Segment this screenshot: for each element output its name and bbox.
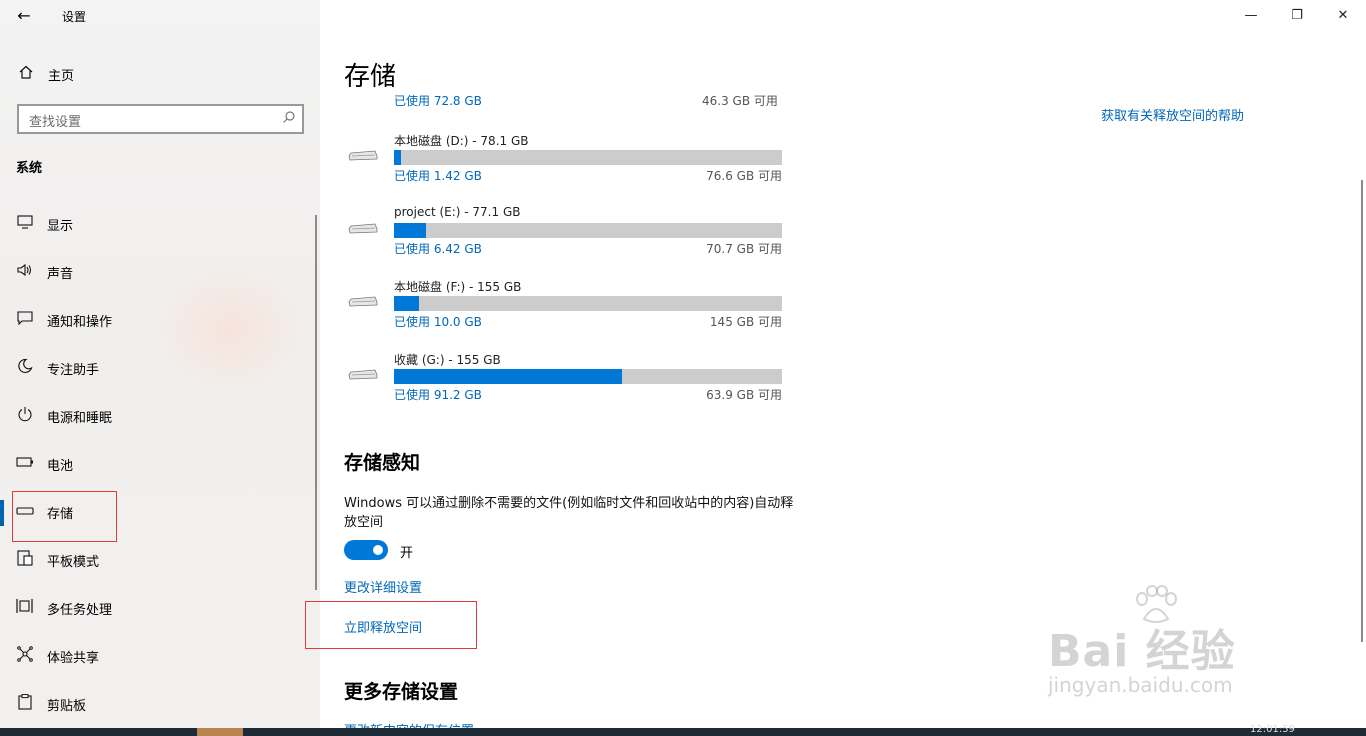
drive-entry[interactable]: 本地磁盘 (D:) - 78.1 GB 已使用 1.42 GB 76.6 GB …: [344, 132, 784, 202]
storage-sense-toggle[interactable]: [344, 540, 388, 560]
close-icon: ✕: [1337, 8, 1349, 23]
usage-bar-fill: [394, 296, 419, 311]
drive-free-text: 76.6 GB 可用: [706, 169, 782, 183]
usage-bar: [394, 296, 782, 311]
sidebar-item-multitasking[interactable]: 多任务处理: [0, 588, 320, 628]
sidebar-item-label: 多任务处理: [47, 602, 113, 618]
drive-free-text: 145 GB 可用: [709, 315, 782, 329]
storage-sense-description: Windows 可以通过删除不需要的文件(例如临时文件和回收站中的内容)自动释放…: [344, 496, 794, 530]
title-bar: ← 设置: [0, 0, 320, 32]
toggle-knob: [373, 545, 383, 555]
drive-used-text[interactable]: 已使用 1.42 GB: [394, 167, 482, 184]
drive-entry[interactable]: project (E:) - 77.1 GB 已使用 6.42 GB 70.7 …: [344, 205, 784, 275]
app-title: 设置: [62, 10, 87, 24]
sidebar-item-focus-assist[interactable]: 专注助手: [0, 348, 320, 388]
focus-assist-icon: [15, 358, 35, 378]
help-link[interactable]: 获取有关释放空间的帮助: [1101, 105, 1244, 124]
toggle-state-label: 开: [400, 546, 414, 561]
maximize-button[interactable]: ❐: [1282, 6, 1312, 26]
page-title: 存储: [344, 62, 397, 92]
multitasking-icon: [15, 598, 35, 618]
sidebar-scrollbar[interactable]: [315, 215, 317, 590]
notification-icon: [15, 311, 35, 329]
more-storage-settings-heading: 更多存储设置: [344, 681, 459, 703]
sidebar-home[interactable]: 主页: [16, 62, 74, 86]
drive-name: 本地磁盘 (D:) - 78.1 GB: [394, 134, 529, 148]
drive-icon: [348, 296, 378, 307]
sidebar-item-label: 平板模式: [47, 554, 100, 570]
search-box[interactable]: 查找设置: [17, 104, 304, 134]
sidebar-item-label: 通知和操作: [47, 314, 113, 330]
back-arrow-icon: ←: [17, 6, 31, 25]
section-label-system: 系统: [16, 161, 43, 176]
main-scrollbar[interactable]: [1361, 180, 1363, 642]
sound-icon: [15, 263, 35, 281]
maximize-icon: ❐: [1291, 8, 1303, 23]
usage-bar-fill: [394, 369, 623, 384]
drive-used-text[interactable]: 已使用 91.2 GB: [394, 386, 482, 403]
drive-icon: [348, 223, 378, 234]
sidebar-item-label: 体验共享: [47, 650, 100, 666]
drive-used-text[interactable]: 已使用 10.0 GB: [394, 313, 482, 330]
close-button[interactable]: ✕: [1328, 6, 1358, 26]
drive-name: 本地磁盘 (F:) - 155 GB: [394, 280, 522, 294]
battery-icon: [15, 456, 35, 472]
display-icon: [15, 215, 35, 233]
sidebar-item-display[interactable]: 显示: [0, 204, 320, 244]
minimize-icon: —: [1244, 8, 1258, 23]
drive-entry[interactable]: 收藏 (G:) - 155 GB 已使用 91.2 GB 63.9 GB 可用: [344, 351, 784, 421]
sidebar-item-label: 电源和睡眠: [47, 410, 113, 426]
usage-bar: [394, 150, 782, 165]
taskbar: 12:01:59: [0, 724, 1366, 736]
search-icon: [282, 110, 296, 128]
drive-icon: [348, 150, 378, 161]
drive-icon: [348, 369, 378, 380]
baidu-watermark: Bai 经验 jingyan.baidu.com: [1040, 585, 1300, 705]
sidebar-item-label: 声音: [47, 266, 74, 282]
home-label: 主页: [48, 68, 75, 84]
drive-free-text: 63.9 GB 可用: [706, 388, 782, 402]
minimize-button[interactable]: —: [1236, 6, 1266, 26]
sidebar-item-tablet-mode[interactable]: 平板模式: [0, 540, 320, 580]
shared-experience-icon: [15, 646, 35, 666]
sidebar-item-label: 专注助手: [47, 362, 100, 378]
change-save-location-link[interactable]: 更改新内容的保存位置: [344, 720, 474, 728]
highlight-box-free-space: [305, 601, 477, 649]
sidebar-item-battery[interactable]: 电池: [0, 444, 320, 484]
drive-name: project (E:) - 77.1 GB: [394, 205, 521, 219]
sidebar-item-sound[interactable]: 声音: [0, 252, 320, 292]
drive-used-text[interactable]: 已使用 6.42 GB: [394, 240, 482, 257]
home-icon: [16, 64, 36, 84]
watermark-url: jingyan.baidu.com: [1048, 673, 1233, 697]
usage-bar-fill: [394, 150, 401, 165]
highlight-box-storage: [12, 491, 117, 542]
sidebar-item-shared-experiences[interactable]: 体验共享: [0, 636, 320, 676]
tablet-icon: [15, 550, 35, 570]
drive-name: 收藏 (G:) - 155 GB: [394, 353, 501, 367]
clipboard-icon: [15, 694, 35, 714]
storage-sense-heading: 存储感知: [344, 452, 421, 474]
watermark-brand: Bai 经验: [1048, 626, 1236, 677]
sidebar-item-label: 剪贴板: [47, 698, 87, 714]
drive-free-text: 70.7 GB 可用: [706, 242, 782, 256]
sidebar-item-clipboard[interactable]: 剪贴板: [0, 684, 320, 724]
drive-used-text[interactable]: 已使用 72.8 GB: [394, 92, 482, 109]
sidebar-item-notifications[interactable]: 通知和操作: [0, 300, 320, 340]
drive-free-text: 46.3 GB 可用: [702, 94, 778, 108]
usage-bar: [394, 369, 782, 384]
sidebar-item-label: 电池: [47, 458, 74, 474]
usage-bar: [394, 223, 782, 238]
sidebar-item-label: 显示: [47, 218, 74, 234]
back-button[interactable]: ←: [10, 4, 38, 28]
sidebar: ← 设置 主页 查找设置 系统 显示 声音 通知和操作 专注助手 电源和睡眠 电…: [0, 0, 320, 730]
usage-bar-fill: [394, 223, 427, 238]
search-input[interactable]: 查找设置: [29, 111, 81, 130]
drive-entry[interactable]: 本地磁盘 (F:) - 155 GB 已使用 10.0 GB 145 GB 可用: [344, 278, 784, 348]
taskbar-app[interactable]: [197, 728, 243, 736]
taskbar-clock: 12:01:59: [1250, 724, 1295, 735]
sidebar-item-power[interactable]: 电源和睡眠: [0, 396, 320, 436]
change-settings-link[interactable]: 更改详细设置: [344, 577, 422, 596]
power-icon: [15, 406, 35, 426]
